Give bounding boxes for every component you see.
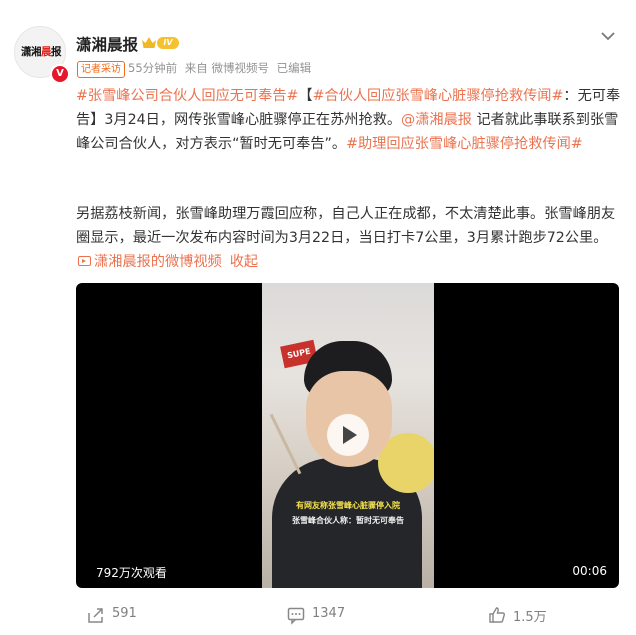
reporter-interview-tag[interactable]: 记者采访	[77, 61, 125, 78]
collapse-link[interactable]: 收起	[230, 254, 258, 270]
bracket: 【	[298, 88, 313, 104]
post-text: #张雪峰公司合伙人回应无可奉告#【#合伙人回应张雪峰心脏骤停抢救传闻#：无可奉告…	[76, 84, 622, 156]
post-meta: 55分钟前 来自 微博视频号 已编辑	[128, 60, 315, 76]
comment-icon	[287, 607, 305, 625]
edited-label[interactable]: 已编辑	[277, 61, 312, 75]
share-count: 591	[112, 606, 137, 621]
author-name[interactable]: 潇湘晨报	[76, 33, 138, 55]
post-text-segment: 另据荔枝新闻，张雪峰助理万霞回应称，自己人正在成都，不太清楚此事。张雪峰朋友圈显…	[76, 206, 616, 246]
user-level-badge: IV	[157, 37, 179, 49]
action-bar: 591 1347 1.5万	[0, 600, 636, 630]
video-caption-line-2: 张雪峰合伙人称：暂时无可奉告	[292, 516, 404, 525]
video-duration: 00:06	[572, 564, 607, 578]
comment-count: 1347	[312, 606, 346, 621]
crown-icon	[142, 37, 156, 48]
hashtag-link[interactable]: #张雪峰公司合伙人回应无可奉告#	[76, 88, 298, 104]
share-icon	[88, 608, 103, 623]
post-source[interactable]: 来自 微博视频号	[185, 61, 269, 75]
thumbs-up-icon	[489, 607, 505, 623]
view-count: 792万次观看	[96, 566, 167, 580]
verified-badge-icon: V	[50, 64, 70, 84]
play-button-icon[interactable]	[327, 414, 369, 456]
post-time[interactable]: 55分钟前	[128, 61, 177, 75]
video-chopsticks	[269, 413, 302, 475]
post-text-paragraph-2: 另据荔枝新闻，张雪峰助理万霞回应称，自己人正在成都，不太清楚此事。张雪峰朋友圈显…	[76, 202, 622, 274]
chevron-down-icon[interactable]	[600, 30, 616, 42]
hashtag-link[interactable]: #助理回应张雪峰心脏骤停抢救传闻#	[346, 136, 583, 152]
like-count: 1.5万	[513, 610, 547, 625]
avatar-logo: 潇湘晨报	[21, 46, 62, 58]
weibo-post-card: 潇湘晨报 V 潇湘晨报 IV 记者采访 55分钟前 来自 微博视频号 已编辑 #…	[0, 0, 636, 635]
video-link-icon	[78, 256, 91, 266]
hashtag-link[interactable]: #合伙人回应张雪峰心脏骤停抢救传闻#	[313, 88, 564, 104]
video-link[interactable]: 潇湘晨报的微博视频	[76, 254, 222, 270]
video-caption-line-1: 有网友称张雪峰心脏骤停入院	[296, 501, 400, 510]
video-player[interactable]: SUPE 有网友称张雪峰心脏骤停入院 张雪峰合伙人称：暂时无可奉告 792万次观…	[76, 283, 619, 588]
mention-link[interactable]: @潇湘晨报	[401, 112, 472, 128]
video-link-label: 潇湘晨报的微博视频	[94, 254, 222, 270]
